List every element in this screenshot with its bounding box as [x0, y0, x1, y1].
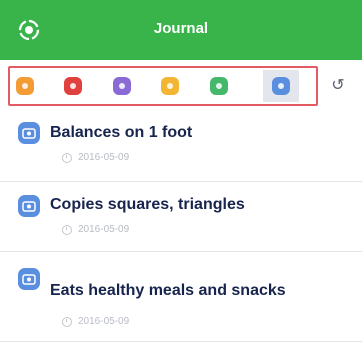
entry-date: 2016-05-09	[62, 152, 129, 163]
category-filter-group	[8, 66, 318, 106]
red-filter-button[interactable]	[64, 77, 82, 95]
date-text: 2016-05-09	[78, 152, 130, 163]
development-category-icon	[18, 268, 40, 290]
clock-icon	[62, 152, 72, 163]
filter-dot-icon	[119, 83, 125, 89]
list-item[interactable]: Balances on 1 foot 2016-05-09	[0, 112, 362, 182]
purple-filter-button[interactable]	[113, 77, 131, 95]
development-category-icon	[18, 122, 40, 144]
orange-filter-button[interactable]	[16, 77, 34, 95]
filter-bar: ↺	[0, 60, 362, 112]
entry-date: 2016-05-09	[62, 316, 129, 327]
entry-title: Balances on 1 foot	[50, 124, 193, 141]
green-filter-button[interactable]	[210, 77, 228, 95]
filter-dot-icon	[22, 83, 28, 89]
entry-title: Eats healthy meals and snacks	[50, 282, 286, 299]
list-item[interactable]: Eats healthy meals and snacks 2016-05-09	[0, 252, 362, 342]
filter-dot-icon	[216, 83, 222, 89]
list-item[interactable]: Copies squares, triangles 2016-05-09	[0, 182, 362, 252]
development-category-icon	[18, 195, 40, 217]
page-title: Journal	[153, 20, 209, 37]
app-header: Journal	[0, 0, 362, 60]
filter-dot-icon	[70, 83, 76, 89]
filter-dot-icon	[167, 83, 173, 89]
entry-date: 2016-05-09	[62, 224, 129, 235]
date-text: 2016-05-09	[78, 224, 130, 235]
blue-filter-button[interactable]	[272, 77, 290, 95]
clock-icon	[62, 316, 72, 327]
filter-dot-icon	[278, 83, 284, 89]
entry-title: Copies squares, triangles	[50, 196, 245, 213]
undo-arrow-icon[interactable]: ↺	[330, 76, 346, 96]
date-text: 2016-05-09	[78, 316, 130, 327]
yellow-filter-button[interactable]	[161, 77, 179, 95]
clock-icon	[62, 224, 72, 235]
